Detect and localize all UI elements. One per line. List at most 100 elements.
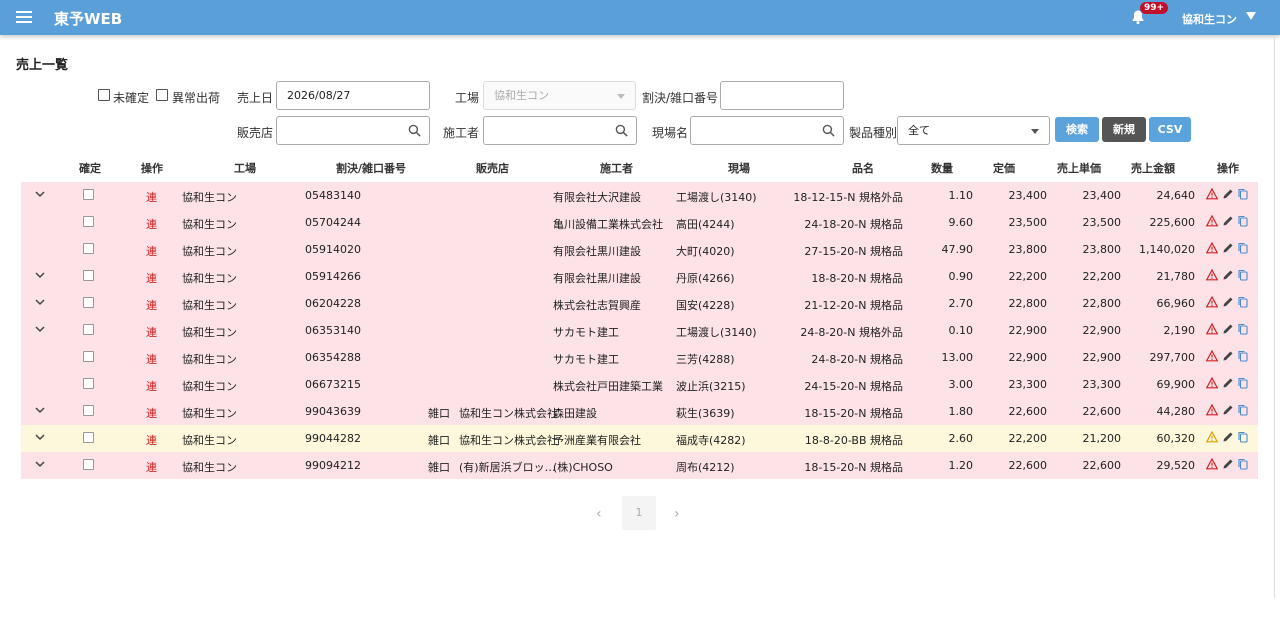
warning-icon[interactable] bbox=[1206, 377, 1218, 389]
warning-icon[interactable] bbox=[1206, 296, 1218, 308]
chevron-down-icon[interactable] bbox=[35, 432, 45, 442]
chevron-down-icon[interactable] bbox=[35, 189, 45, 199]
table-row[interactable]: 連 協和生コン 06204228 株式会社志賀興産 国安(4228) 21-12-20-N… bbox=[21, 290, 1258, 317]
user-menu-label[interactable]: 協和生コン bbox=[1182, 11, 1237, 27]
chevron-down-icon[interactable] bbox=[35, 459, 45, 469]
edit-pencil-icon[interactable] bbox=[1222, 404, 1234, 416]
warning-icon[interactable] bbox=[1206, 269, 1218, 281]
copy-icon[interactable] bbox=[1237, 215, 1249, 227]
next-page-icon[interactable]: › bbox=[674, 506, 680, 522]
copy-icon[interactable] bbox=[1237, 377, 1249, 389]
search-icon[interactable] bbox=[408, 124, 421, 137]
chevron-down-icon[interactable] bbox=[35, 270, 45, 280]
factory-select[interactable]: 協和生コン bbox=[483, 81, 636, 110]
warning-icon[interactable] bbox=[1206, 215, 1218, 227]
operation-link[interactable]: 連 bbox=[146, 270, 157, 286]
copy-icon[interactable] bbox=[1237, 323, 1249, 335]
confirm-checkbox[interactable] bbox=[83, 297, 94, 308]
site-search-field[interactable] bbox=[690, 116, 844, 145]
table-row[interactable]: 連 協和生コン 99043639 雑口 協和生コン株式会社 森田建設 萩生(3639) 18-… bbox=[21, 398, 1258, 425]
copy-icon[interactable] bbox=[1237, 350, 1249, 362]
unconfirmed-checkbox[interactable] bbox=[98, 89, 110, 101]
operation-link[interactable]: 連 bbox=[146, 297, 157, 313]
cell-unit-price: 21,200 bbox=[1082, 432, 1122, 445]
chevron-down-icon[interactable] bbox=[35, 324, 45, 334]
edit-pencil-icon[interactable] bbox=[1222, 215, 1234, 227]
copy-icon[interactable] bbox=[1237, 188, 1249, 200]
confirm-checkbox[interactable] bbox=[83, 243, 94, 254]
cell-unit-price: 22,800 bbox=[1082, 297, 1122, 310]
edit-pencil-icon[interactable] bbox=[1222, 296, 1234, 308]
cell-unit-price: 22,600 bbox=[1082, 405, 1122, 418]
confirm-checkbox[interactable] bbox=[83, 324, 94, 335]
confirm-checkbox[interactable] bbox=[83, 432, 94, 443]
cell-list-price: 23,300 bbox=[1008, 378, 1048, 391]
copy-icon[interactable] bbox=[1237, 269, 1249, 281]
copy-icon[interactable] bbox=[1237, 458, 1249, 470]
confirm-checkbox[interactable] bbox=[83, 378, 94, 389]
edit-pencil-icon[interactable] bbox=[1222, 188, 1234, 200]
operation-link[interactable]: 連 bbox=[146, 324, 157, 340]
confirm-checkbox[interactable] bbox=[83, 189, 94, 200]
copy-icon[interactable] bbox=[1237, 242, 1249, 254]
table-row[interactable]: 連 協和生コン 99044282 雑口 協和生コン株式会社 予洲産業有限会社 福成寺(428… bbox=[21, 425, 1258, 452]
store-search-field[interactable] bbox=[276, 116, 430, 145]
copy-icon[interactable] bbox=[1237, 404, 1249, 416]
operation-link[interactable]: 連 bbox=[146, 216, 157, 232]
prev-page-icon[interactable]: ‹ bbox=[596, 506, 602, 522]
new-button[interactable]: 新規 bbox=[1102, 117, 1146, 142]
search-button[interactable]: 検索 bbox=[1055, 117, 1099, 142]
warning-icon[interactable] bbox=[1206, 458, 1218, 470]
edit-pencil-icon[interactable] bbox=[1222, 242, 1234, 254]
warning-icon[interactable] bbox=[1206, 350, 1218, 362]
table-row[interactable]: 連 協和生コン 06354288 サカモト建工 三芳(4288) 24-8-20-N 規格… bbox=[21, 344, 1258, 371]
search-icon[interactable] bbox=[615, 124, 628, 137]
edit-pencil-icon[interactable] bbox=[1222, 377, 1234, 389]
contractor-search-field[interactable] bbox=[483, 116, 637, 145]
operation-link[interactable]: 連 bbox=[146, 189, 157, 205]
warning-icon[interactable] bbox=[1206, 431, 1218, 443]
chevron-down-icon[interactable] bbox=[35, 297, 45, 307]
confirm-checkbox[interactable] bbox=[83, 216, 94, 227]
table-row[interactable]: 連 協和生コン 06673215 株式会社戸田建築工業 波止浜(3215) 24-15-2… bbox=[21, 371, 1258, 398]
warning-icon[interactable] bbox=[1206, 188, 1218, 200]
sales-date-field[interactable]: 2026/08/27 bbox=[276, 81, 430, 110]
csv-button[interactable]: CSV bbox=[1149, 117, 1191, 142]
operation-link[interactable]: 連 bbox=[146, 378, 157, 394]
invoice-number-field[interactable] bbox=[720, 81, 844, 110]
page-number[interactable]: 1 bbox=[622, 496, 656, 530]
warning-icon[interactable] bbox=[1206, 242, 1218, 254]
operation-link[interactable]: 連 bbox=[146, 243, 157, 259]
edit-pencil-icon[interactable] bbox=[1222, 431, 1234, 443]
cell-amount: 2,190 bbox=[1163, 324, 1196, 337]
table-row[interactable]: 連 協和生コン 05914266 有限会社黒川建設 丹原(4266) 18-8-20-N … bbox=[21, 263, 1258, 290]
warning-icon[interactable] bbox=[1206, 404, 1218, 416]
confirm-checkbox[interactable] bbox=[83, 270, 94, 281]
table-row[interactable]: 連 協和生コン 05704244 亀川設備工業株式会社 高田(4244) 24-18-20… bbox=[21, 209, 1258, 236]
edit-pencil-icon[interactable] bbox=[1222, 323, 1234, 335]
table-row[interactable]: 連 協和生コン 05914020 有限会社黒川建設 大町(4020) 27-15-20-N… bbox=[21, 236, 1258, 263]
confirm-checkbox[interactable] bbox=[83, 459, 94, 470]
confirm-checkbox[interactable] bbox=[83, 405, 94, 416]
menu-icon[interactable] bbox=[16, 11, 32, 23]
copy-icon[interactable] bbox=[1237, 431, 1249, 443]
operation-link[interactable]: 連 bbox=[146, 459, 157, 475]
abnormal-checkbox[interactable] bbox=[156, 89, 168, 101]
user-menu-caret-icon[interactable] bbox=[1246, 12, 1256, 20]
operation-link[interactable]: 連 bbox=[146, 432, 157, 448]
confirm-checkbox[interactable] bbox=[83, 351, 94, 362]
operation-link[interactable]: 連 bbox=[146, 405, 157, 421]
copy-icon[interactable] bbox=[1237, 296, 1249, 308]
warning-icon[interactable] bbox=[1206, 323, 1218, 335]
table-row[interactable]: 連 協和生コン 05483140 有限会社大沢建設 工場渡し(3140) 18-12-15… bbox=[21, 182, 1258, 209]
operation-link[interactable]: 連 bbox=[146, 351, 157, 367]
search-icon[interactable] bbox=[822, 124, 835, 137]
edit-pencil-icon[interactable] bbox=[1222, 269, 1234, 281]
row-actions bbox=[1206, 323, 1251, 337]
product-type-select[interactable]: 全て bbox=[897, 116, 1050, 145]
edit-pencil-icon[interactable] bbox=[1222, 350, 1234, 362]
table-row[interactable]: 連 協和生コン 06353140 サカモト建工 工場渡し(3140) 24-8-20-N … bbox=[21, 317, 1258, 344]
chevron-down-icon[interactable] bbox=[35, 405, 45, 415]
edit-pencil-icon[interactable] bbox=[1222, 458, 1234, 470]
table-row[interactable]: 連 協和生コン 99094212 雑口 (有)新居浜ブロッ… (株)CHOSO 周布(421… bbox=[21, 452, 1258, 479]
